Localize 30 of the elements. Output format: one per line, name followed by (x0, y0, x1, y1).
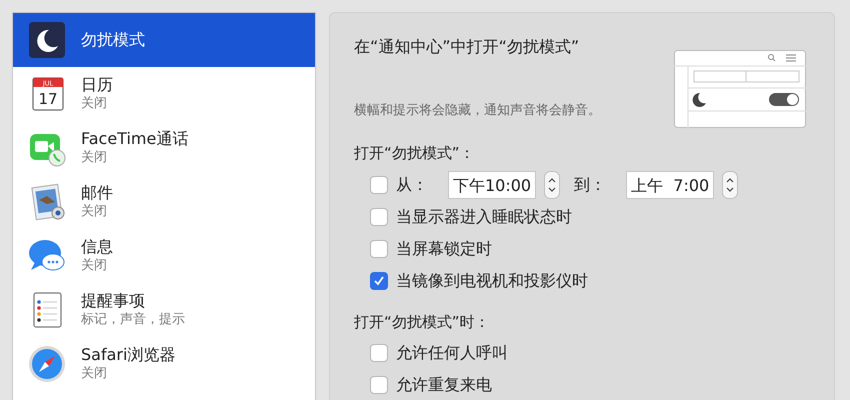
time-field[interactable]: 下午10:00 (448, 170, 536, 198)
checkbox[interactable] (370, 344, 388, 362)
option-label: 从： (396, 174, 428, 196)
option-label: 当镜像到电视机和投影仪时 (396, 270, 588, 292)
section-heading: 打开“勿扰模式”： (354, 143, 476, 164)
checkbox[interactable] (370, 240, 388, 258)
sidebar-item[interactable]: FaceTime通话 关闭 (13, 121, 315, 175)
panel-title: 在“通知中心”中打开“勿扰模式” (354, 36, 580, 58)
checkbox[interactable] (370, 376, 388, 394)
checkbox[interactable] (370, 272, 388, 290)
sidebar-item[interactable]: 勿扰模式 (13, 13, 315, 67)
option-label: 到： (574, 174, 606, 196)
moon-icon (27, 20, 67, 60)
checkbox[interactable] (370, 208, 388, 226)
compass-icon (27, 344, 67, 384)
option-label: 当显示器进入睡眠状态时 (396, 206, 572, 228)
sidebar-item[interactable]: 提醒事项 标记，声音，提示 (13, 283, 315, 337)
checkbox[interactable] (370, 176, 388, 194)
sidebar-item[interactable]: Safari浏览器 关闭 (13, 337, 315, 391)
option-label: 允许任何人呼叫 (396, 342, 508, 364)
stepper[interactable] (722, 170, 738, 198)
sidebar-item[interactable]: 信息 关闭 (13, 229, 315, 283)
checkmark-icon (373, 274, 385, 286)
time-field[interactable]: 上午 7:00 (626, 170, 714, 198)
section-heading: 打开“勿扰模式”时： (354, 312, 491, 332)
panel-description: 横幅和提示将会隐藏，通知声音将会静音。 (354, 102, 602, 120)
option-label: 当屏幕锁定时 (396, 238, 492, 260)
stepper[interactable] (544, 170, 560, 198)
option-label: 允许重复来电 (396, 374, 492, 396)
sidebar-item[interactable]: 邮件 关闭 (13, 175, 315, 229)
